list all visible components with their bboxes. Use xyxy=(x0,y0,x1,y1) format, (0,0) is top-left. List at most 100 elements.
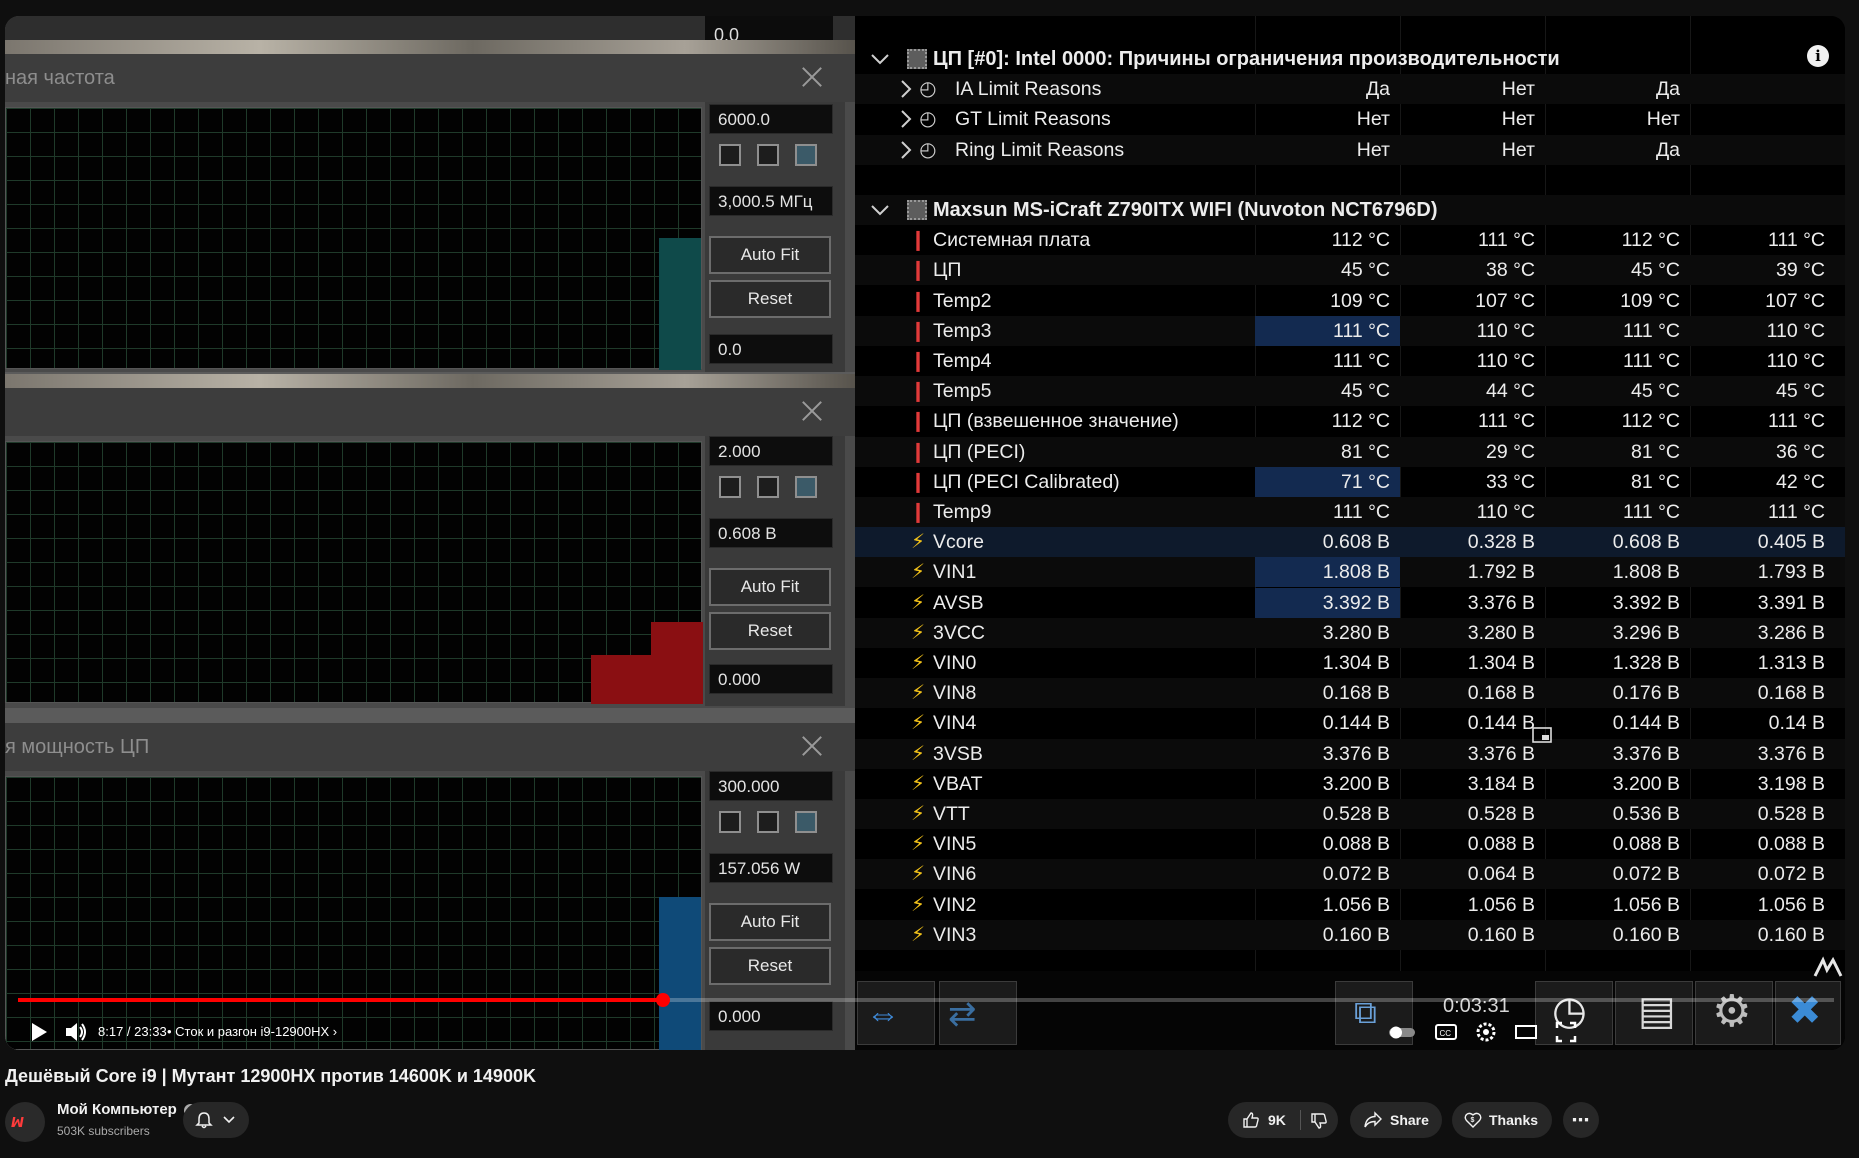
close-icon[interactable] xyxy=(801,400,823,422)
close-icon[interactable] xyxy=(801,735,823,757)
report-button[interactable]: ▤ xyxy=(1615,981,1693,1045)
lightning-icon: ⚡ xyxy=(910,803,926,825)
sensor-row[interactable]: ⚡ 3VSB 3.376 В 3.376 В 3.376 В 3.376 В xyxy=(855,738,1845,769)
sensor-value: 0.072 В xyxy=(1757,863,1825,886)
lightning-icon: ⚡ xyxy=(910,682,926,705)
settings-button[interactable]: ⚙ xyxy=(1695,981,1773,1045)
sensor-row[interactable]: ❙ Системная плата 112 °C 111 °C 112 °C 111 °C xyxy=(855,225,1845,255)
sensor-row[interactable]: ⚡ AVSB 3.392 В 3.376 В 3.392 В 3.391 В xyxy=(855,587,1845,618)
fullscreen-icon[interactable] xyxy=(1553,1019,1579,1045)
sensor-row[interactable]: ❙ Temp5 45 °C 44 °C 45 °C 45 °C xyxy=(855,376,1845,407)
sensor-row[interactable]: ❙ ЦП (взвешенное значение) 112 °C 111 °C 112… xyxy=(855,406,1845,436)
sensor-group-header[interactable]: ЦП [#0]: Intel 0000: Причины ограничения… xyxy=(855,44,1845,74)
graph-min-value[interactable]: 0.000 xyxy=(709,664,833,694)
clock-icon: ◴ xyxy=(919,78,937,101)
expand-arrows-button[interactable]: ⇔ xyxy=(857,981,935,1045)
color-square-dark[interactable] xyxy=(719,811,741,833)
chevron-right-icon[interactable] xyxy=(895,108,917,130)
color-square-teal[interactable] xyxy=(795,476,817,498)
auto-fit-button[interactable]: Auto Fit xyxy=(709,568,831,606)
sensor-row[interactable]: ⚡ VTT 0.528 В 0.528 В 0.536 В 0.528 В xyxy=(855,799,1845,829)
sensor-value: 42 °C xyxy=(1776,470,1825,493)
reset-button[interactable]: Reset xyxy=(709,947,831,985)
sensor-row[interactable]: ⚡ Vcore 0.608 В 0.328 В 0.608 В 0.405 В xyxy=(855,527,1845,558)
like-button[interactable]: 9K xyxy=(1228,1102,1298,1138)
chevron-right-icon[interactable] xyxy=(895,139,917,161)
color-square-dark[interactable] xyxy=(757,144,779,166)
sensor-row[interactable]: ❙ Temp4 111 °C 110 °C 111 °C 110 °C xyxy=(855,346,1845,376)
theater-mode-icon[interactable] xyxy=(1513,1019,1539,1045)
sensor-value: 3.376 В xyxy=(1757,742,1825,765)
info-icon[interactable]: i xyxy=(1807,45,1829,67)
color-square-teal[interactable] xyxy=(795,144,817,166)
sensor-row[interactable]: ⚡ 3VCC 3.280 В 3.280 В 3.296 В 3.286 В xyxy=(855,617,1845,648)
reset-button[interactable]: Reset xyxy=(709,280,831,318)
sensor-row[interactable]: ❙ ЦП 45 °C 38 °C 45 °C 39 °C xyxy=(855,255,1845,286)
dislike-button[interactable] xyxy=(1302,1102,1338,1138)
auto-fit-button[interactable]: Auto Fit xyxy=(709,236,831,274)
lightning-icon: ⚡ xyxy=(910,531,926,554)
close-icon[interactable] xyxy=(801,66,823,88)
sensor-row[interactable]: ❙ Temp9 111 °C 110 °C 111 °C 111 °C xyxy=(855,497,1845,527)
autoplay-toggle[interactable] xyxy=(1387,1019,1415,1045)
subscriber-count: 503K subscribers xyxy=(57,1124,150,1138)
sensor-row[interactable]: ⚡ VIN1 1.808 В 1.792 В 1.808 В 1.793 В xyxy=(855,557,1845,588)
sensor-row[interactable]: ⚡ VIN8 0.168 В 0.168 В 0.176 В 0.168 В xyxy=(855,678,1845,709)
graph-max-value[interactable]: 300.000 xyxy=(709,771,833,801)
thanks-button[interactable]: $ Thanks xyxy=(1452,1102,1552,1138)
sensor-row[interactable]: ◴ GT Limit Reasons Нет Нет Нет xyxy=(855,104,1845,134)
captions-icon[interactable]: CC xyxy=(1433,1019,1459,1045)
graph-max-value[interactable]: 2.000 xyxy=(709,436,833,466)
sensor-row[interactable]: ⚡ VIN6 0.072 В 0.064 В 0.072 В 0.072 В xyxy=(855,859,1845,890)
sensor-group-header[interactable]: Maxsun MS-iCraft Z790ITX WIFI (Nuvoton N… xyxy=(855,195,1845,225)
thermometer-icon: ❙ xyxy=(909,319,927,342)
sensor-row[interactable]: ⚡ VIN2 1.056 В 1.056 В 1.056 В 1.056 В xyxy=(855,890,1845,920)
sensor-value: 0.168 В xyxy=(1467,682,1535,705)
progress-bar[interactable] xyxy=(18,993,1834,1007)
avatar[interactable]: ꟽ xyxy=(5,1102,45,1142)
color-square-dark[interactable] xyxy=(719,144,741,166)
sensor-row[interactable]: ⚡ VIN5 0.088 В 0.088 В 0.088 В 0.088 В xyxy=(855,829,1845,859)
sensor-value: 1.328 В xyxy=(1612,652,1680,674)
graph-min-value[interactable]: 0.0 xyxy=(709,334,833,364)
sensor-row[interactable]: ◴ Ring Limit Reasons Нет Нет Да xyxy=(855,134,1845,165)
miniplayer-icon[interactable] xyxy=(1531,724,1557,750)
color-square-teal[interactable] xyxy=(795,811,817,833)
video-player[interactable]: 0.0 ная частота 6000.0 3,000.5 МГц Auto … xyxy=(5,16,1845,1050)
sensor-row[interactable]: ⚡ VIN3 0.160 В 0.160 В 0.160 В 0.160 В xyxy=(855,919,1845,950)
close-app-button[interactable]: ✖ xyxy=(1775,981,1841,1045)
sensor-row[interactable]: ❙ ЦП (PECI) 81 °C 29 °C 81 °C 36 °C xyxy=(855,436,1845,467)
more-actions-button[interactable]: ⋯ xyxy=(1563,1102,1599,1138)
subscribe-bell-button[interactable] xyxy=(183,1102,249,1138)
chevron-right-icon[interactable] xyxy=(895,78,917,100)
sensor-row[interactable]: ⚡ VIN4 0.144 В 0.144 В 0.144 В 0.14 В xyxy=(855,708,1845,738)
volume-icon[interactable] xyxy=(63,1019,89,1045)
clock-icon: ◴ xyxy=(919,108,937,131)
graph-max-value[interactable]: 6000.0 xyxy=(709,104,833,134)
reset-button[interactable]: Reset xyxy=(709,612,831,650)
collapse-arrows-button[interactable]: ⇄ xyxy=(939,981,1017,1045)
chapter-title[interactable]: • Сток и разгон i9-12900HX › xyxy=(167,1019,337,1045)
sensor-row[interactable]: ❙ Temp2 109 °C 107 °C 109 °C 107 °C xyxy=(855,286,1845,316)
sensor-row[interactable]: ❙ ЦП (PECI Calibrated) 71 °C 33 °C 81 °C 42 °… xyxy=(855,466,1845,497)
color-square-dark[interactable] xyxy=(757,476,779,498)
sensor-value: 3.376 В xyxy=(1467,591,1535,614)
thumbs-down-icon xyxy=(1311,1113,1327,1129)
channel-name[interactable]: Мой Компьютер xyxy=(57,1101,177,1118)
share-button[interactable]: Share xyxy=(1350,1102,1442,1138)
auto-fit-button[interactable]: Auto Fit xyxy=(709,903,831,941)
sensor-value: 71 °C xyxy=(1341,470,1390,493)
chevron-down-icon[interactable] xyxy=(869,199,891,221)
sensor-row[interactable]: ⚡ VBAT 3.200 В 3.184 В 3.200 В 3.198 В xyxy=(855,769,1845,799)
sensor-value: 36 °C xyxy=(1776,440,1825,463)
sensor-row[interactable]: ⚡ VIN0 1.304 В 1.304 В 1.328 В 1.313 В xyxy=(855,648,1845,678)
color-square-dark[interactable] xyxy=(757,811,779,833)
progress-scrubber[interactable] xyxy=(655,993,670,1007)
graph-min-value[interactable]: 0.000 xyxy=(709,1001,833,1031)
color-square-dark[interactable] xyxy=(719,476,741,498)
chevron-down-icon[interactable] xyxy=(869,48,891,70)
play-icon[interactable] xyxy=(25,1019,51,1045)
sensor-row[interactable]: ◴ IA Limit Reasons Да Нет Да xyxy=(855,74,1845,105)
sensor-row[interactable]: ❙ Temp3 111 °C 110 °C 111 °C 110 °C xyxy=(855,315,1845,346)
settings-icon[interactable] xyxy=(1473,1019,1499,1045)
